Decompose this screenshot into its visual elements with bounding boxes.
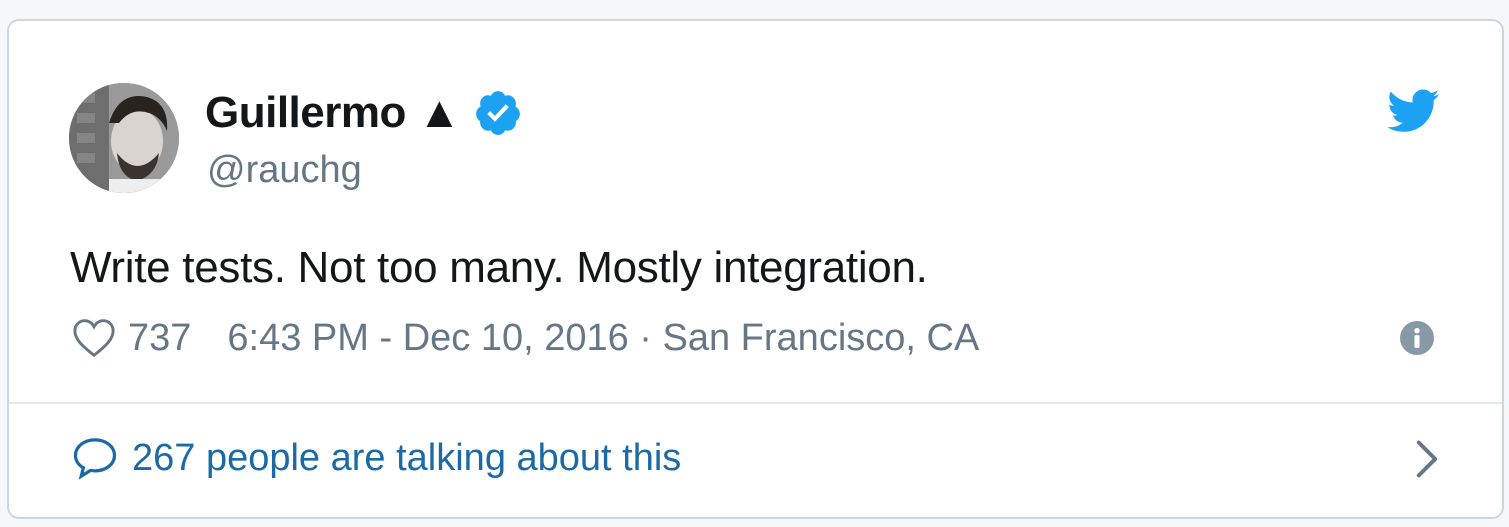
avatar-image xyxy=(69,83,179,193)
tweet-meta: 737 6:43 PM - Dec 10, 2016 · San Francis… xyxy=(72,313,979,363)
conversation-link[interactable]: 267 people are talking about this xyxy=(72,433,681,483)
tweet-text: Write tests. Not too many. Mostly integr… xyxy=(70,243,928,292)
like-count[interactable]: 737 xyxy=(128,317,191,360)
chevron-right-icon[interactable] xyxy=(1414,439,1440,479)
verified-badge-icon xyxy=(473,88,523,138)
author-handle[interactable]: @rauchg xyxy=(207,149,362,192)
divider xyxy=(9,402,1502,404)
conversation-label[interactable]: 267 people are talking about this xyxy=(132,437,681,480)
avatar[interactable] xyxy=(69,83,179,193)
info-icon[interactable] xyxy=(1400,321,1434,355)
speech-bubble-icon xyxy=(73,438,117,480)
author-name[interactable]: Guillermo ▲ xyxy=(205,88,461,138)
twitter-bird-icon[interactable] xyxy=(1388,89,1440,133)
timestamp-location[interactable]: 6:43 PM - Dec 10, 2016 · San Francisco, … xyxy=(227,317,979,360)
tweet-card: Guillermo ▲ @rauchg Write tests. Not too… xyxy=(7,19,1504,519)
heart-icon[interactable] xyxy=(72,318,116,358)
author-row: Guillermo ▲ xyxy=(205,85,523,141)
